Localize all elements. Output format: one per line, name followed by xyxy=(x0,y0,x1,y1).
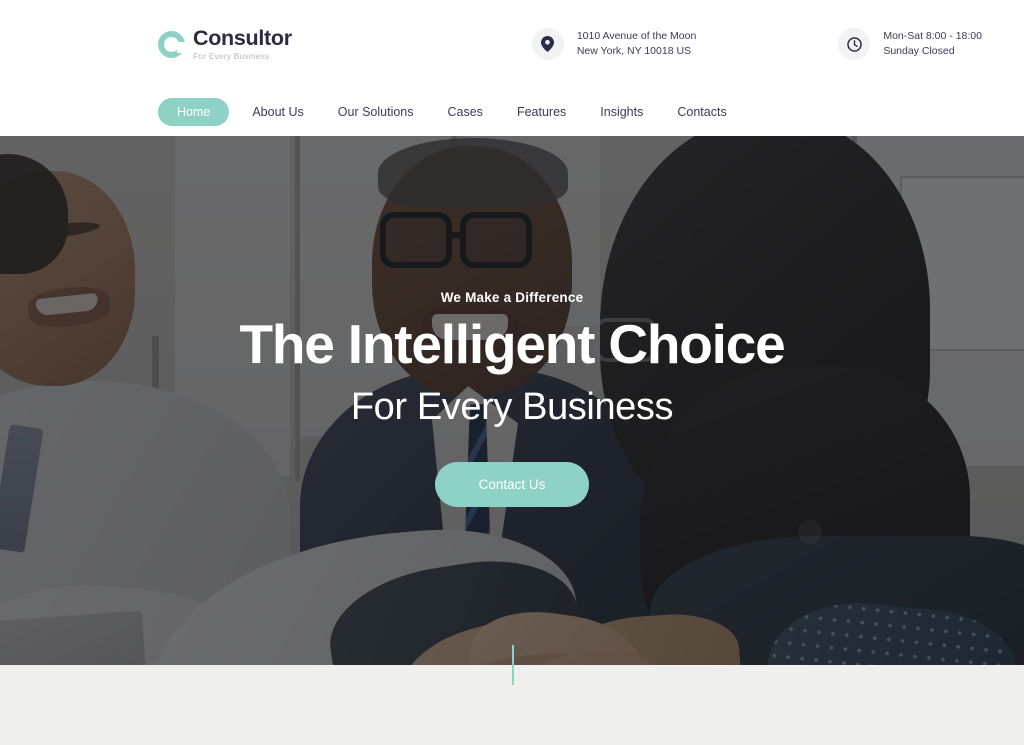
nav-item-our-solutions[interactable]: Our Solutions xyxy=(321,105,431,119)
address-lines: 1010 Avenue of the Moon New York, NY 100… xyxy=(577,29,697,59)
brand-logo-text: Consultor For Every Business xyxy=(193,26,292,61)
hours-lines: Mon-Sat 8:00 - 18:00 Sunday Closed xyxy=(883,29,982,59)
hours-line-2: Sunday Closed xyxy=(883,45,955,57)
circle-c-logo-icon xyxy=(158,30,186,58)
hours-line-1: Mon-Sat 8:00 - 18:00 xyxy=(883,29,982,42)
hero-eyebrow-text: We Make a Difference xyxy=(440,290,584,305)
brand-tagline: For Every Business xyxy=(193,50,270,61)
brand-logo[interactable]: Consultor For Every Business xyxy=(158,26,292,61)
site-header: Consultor For Every Business 1010 Avenue… xyxy=(0,0,1024,88)
address-line-1: 1010 Avenue of the Moon xyxy=(576,29,697,42)
clock-icon xyxy=(838,28,871,60)
header-info-hours: Mon-Sat 8:00 - 18:00 Sunday Closed xyxy=(838,28,982,60)
main-navigation: Home About Us Our Solutions Cases Featur… xyxy=(0,88,1024,136)
hero-content: We Make a Difference The Intelligent Cho… xyxy=(0,136,1024,665)
nav-list: Home About Us Our Solutions Cases Featur… xyxy=(158,98,744,126)
hero-slider: We Make a Difference The Intelligent Cho… xyxy=(0,136,1024,665)
nav-item-cases[interactable]: Cases xyxy=(431,105,500,119)
nav-item-home[interactable]: Home xyxy=(158,98,230,126)
nav-item-insights[interactable]: Insights xyxy=(583,105,660,119)
contact-us-button[interactable]: Contact Us xyxy=(434,462,590,507)
address-line-2: New York, NY 10018 US xyxy=(576,45,692,57)
nav-item-features[interactable]: Features xyxy=(500,105,583,119)
nav-item-about-us[interactable]: About Us xyxy=(235,105,320,119)
nav-item-contacts[interactable]: Contacts xyxy=(660,105,743,119)
header-info-address: 1010 Avenue of the Moon New York, NY 100… xyxy=(531,28,697,60)
brand-name: Consultor xyxy=(193,26,292,50)
landing-page: Consultor For Every Business 1010 Avenue… xyxy=(0,0,1024,745)
hero-subtitle: For Every Business xyxy=(350,386,674,428)
scroll-down-indicator[interactable] xyxy=(512,645,514,685)
map-pin-icon xyxy=(531,28,564,60)
hero-title: The Intelligent Choice xyxy=(239,313,785,375)
